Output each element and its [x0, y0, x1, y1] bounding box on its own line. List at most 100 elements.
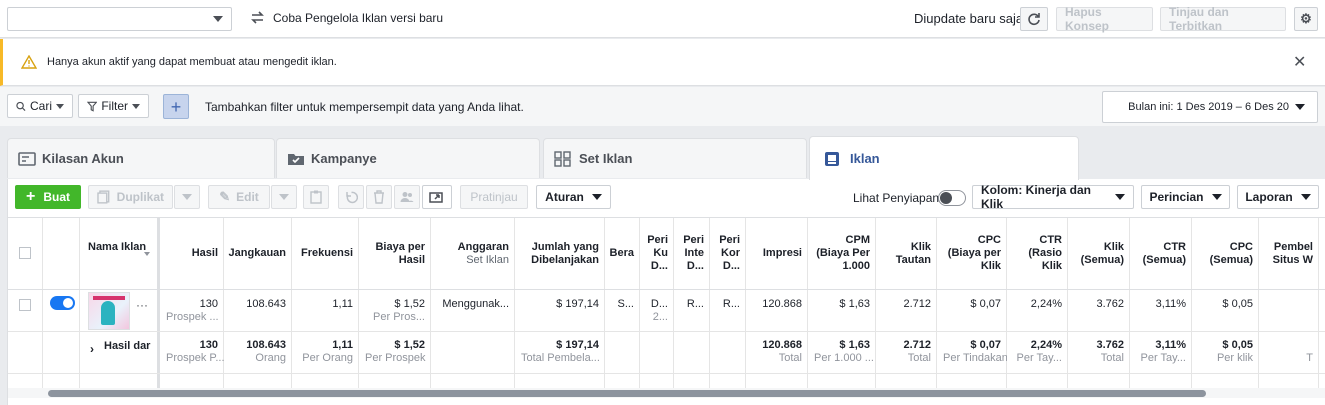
column-header-label: Bera [609, 247, 634, 259]
sort-caret-icon[interactable] [144, 252, 150, 256]
tab-ads[interactable]: Iklan [809, 136, 1079, 180]
thumbnail-banner [93, 296, 125, 300]
audience-button[interactable] [394, 185, 420, 209]
caret-down-icon [1115, 194, 1125, 200]
caret-down-icon [132, 103, 140, 109]
total-cell: $ 0,07 Per Tindakan [937, 339, 1007, 365]
edit-label: Edit [236, 190, 259, 204]
ad-icon [825, 151, 839, 166]
table-cell: 3.762 [1068, 298, 1130, 311]
delete-drafts-button[interactable]: Hapus Konsep [1056, 5, 1153, 33]
column-header[interactable]: Pembel Situs W [1259, 218, 1319, 290]
caret-down-icon [56, 103, 64, 109]
columns-button[interactable]: Kolom: Kinerja dan Klik [972, 183, 1134, 211]
table-cell: D... 2... [640, 298, 674, 324]
total-subvalue: Per 1.000 ... [814, 352, 874, 364]
duplicate-menu-button[interactable] [174, 185, 200, 209]
search-button[interactable]: Cari [7, 94, 73, 118]
column-header-label: Hasil [191, 247, 218, 259]
rules-button[interactable]: Aturan [536, 185, 611, 209]
total-value: 2,24% [1030, 339, 1062, 351]
row-checkbox[interactable] [19, 299, 31, 311]
total-value: 2.712 [903, 339, 931, 351]
try-new-ads-manager-link[interactable]: Coba Pengelola Iklan versi baru [249, 9, 443, 26]
toggle-knob [63, 298, 73, 308]
total-value: $ 0,07 [970, 339, 1001, 351]
scrollbar-thumb[interactable] [48, 390, 1206, 397]
tab-campaigns[interactable]: Kampanye [276, 138, 540, 178]
cell-value: $ 0,07 [970, 298, 1001, 310]
column-header[interactable]: Klik (Semua) [1068, 218, 1130, 290]
add-filter-button[interactable]: + [163, 94, 189, 119]
column-header-label: CTR (Rasio Klik [1028, 234, 1062, 272]
edit-menu-button[interactable] [271, 185, 297, 209]
ads-table: Nama Iklan Hasil Jangkauan Frekuensi Biaya … [7, 217, 1325, 405]
updated-status: Diupdate baru saja [914, 11, 1024, 26]
search-label: Cari [29, 99, 52, 113]
edit-button[interactable]: ✎ Edit [208, 185, 270, 209]
column-header[interactable]: Biaya per Hasil [359, 218, 431, 290]
table-cell: $ 197,14 [515, 298, 605, 311]
reset-button[interactable] [338, 185, 364, 209]
column-header[interactable]: Peri Kor D... [710, 218, 746, 290]
tab-account-overview[interactable]: Kilasan Akun [7, 138, 275, 178]
total-cell: 2,24% Per Tay... [1007, 339, 1068, 365]
column-header[interactable]: CPC (Biaya per Klik [937, 218, 1007, 290]
column-header[interactable]: Hasil [160, 218, 224, 290]
total-subvalue: Prospek P... [166, 352, 224, 364]
view-setup-label: Lihat Penyiapan [853, 191, 940, 205]
duplicate-button[interactable]: Duplikat [88, 185, 173, 209]
column-header[interactable]: CPM (Biaya Per 1.000 [808, 218, 876, 290]
column-header[interactable]: Jumlah yang Dibelanjakan [515, 218, 605, 290]
ab-test-button[interactable] [303, 185, 329, 209]
ad-thumbnail[interactable] [88, 292, 130, 330]
column-header[interactable]: Peri Ku D... [640, 218, 674, 290]
breakdown-button[interactable]: Perincian [1141, 185, 1230, 209]
column-header[interactable]: Peri Inte D... [674, 218, 710, 290]
total-value: 130 [199, 339, 218, 351]
column-header[interactable]: Impresi [746, 218, 808, 290]
table-cell: R... [674, 298, 710, 311]
horizontal-scrollbar[interactable] [8, 388, 1325, 398]
name-header[interactable]: Nama Iklan [88, 241, 148, 254]
tab-ad-sets[interactable]: Set Iklan [543, 138, 807, 178]
caret-down-icon [591, 194, 602, 200]
column-header[interactable]: Anggaran Set Iklan [431, 218, 515, 290]
close-icon[interactable]: ✕ [1293, 52, 1306, 72]
column-header[interactable]: Bera [605, 218, 640, 290]
export-button[interactable] [422, 185, 452, 209]
cell-value: 1,11 [332, 298, 353, 310]
create-button[interactable]: + Buat [15, 185, 81, 209]
column-header[interactable]: CTR (Semua) [1130, 218, 1192, 290]
delete-button[interactable] [366, 185, 392, 209]
cell-subvalue: 2... [652, 311, 668, 323]
column-header[interactable]: Frekuensi [292, 218, 359, 290]
preview-button[interactable]: Pratinjau [460, 185, 528, 209]
total-subvalue: Orang [255, 352, 286, 364]
column-header[interactable]: Klik Tautan [876, 218, 937, 290]
expand-chevron-icon[interactable]: › [90, 342, 94, 356]
refresh-button[interactable] [1020, 7, 1048, 31]
cell-value: 120.868 [762, 298, 802, 310]
total-cell: 108.643 Orang [224, 339, 292, 365]
column-header[interactable]: CPC (Semua) [1192, 218, 1259, 290]
more-options-icon[interactable]: ··· [136, 298, 148, 312]
cell-value: R... [686, 298, 704, 310]
table-cell: 2,24% [1007, 298, 1068, 311]
date-range-button[interactable]: Bulan ini: 1 Des 2019 – 6 Des 20 [1102, 91, 1318, 123]
table-cell: 3,11% [1130, 298, 1192, 311]
ad-status-toggle[interactable] [50, 296, 75, 310]
total-label: Hasil dar [104, 340, 151, 352]
select-all-checkbox[interactable] [19, 247, 31, 259]
settings-button[interactable]: ⚙ [1294, 7, 1318, 31]
view-setup-toggle[interactable] [938, 190, 966, 206]
ads-toolbar: + Buat Duplikat ✎ Edit Pratinjau Aturan … [7, 179, 1325, 217]
review-publish-button[interactable]: Tinjau dan Terbitkan [1160, 5, 1286, 33]
column-header[interactable]: Jangkauan [224, 218, 292, 290]
filter-button[interactable]: Filter [78, 94, 149, 118]
total-subvalue: Per Tay... [1140, 352, 1186, 364]
column-header[interactable]: CTR (Rasio Klik [1007, 218, 1068, 290]
column-header-label: Impresi [762, 247, 802, 259]
account-select[interactable] [7, 7, 232, 31]
reports-button[interactable]: Laporan [1237, 185, 1319, 209]
